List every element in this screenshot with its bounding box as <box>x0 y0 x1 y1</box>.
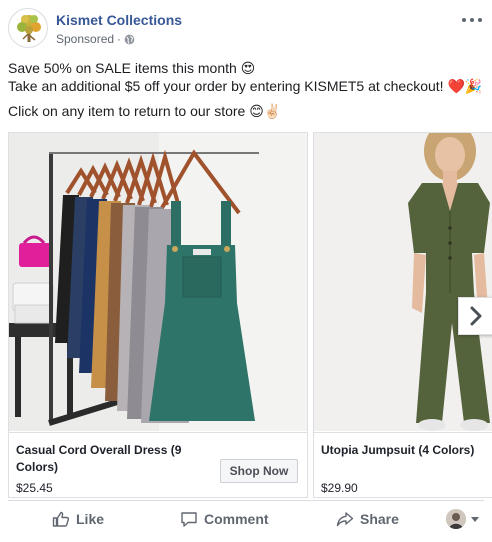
post-meta: Sponsored · <box>56 32 135 46</box>
share-label: Share <box>360 511 399 527</box>
product-image[interactable] <box>314 133 492 431</box>
reaction-selector[interactable] <box>446 509 479 529</box>
more-dots-icon <box>462 18 466 22</box>
meta-separator: · <box>117 32 122 46</box>
page-avatar[interactable] <box>8 8 48 48</box>
product-title[interactable]: Casual Cord Overall Dress (9 Colors) <box>16 442 206 476</box>
globe-icon[interactable] <box>124 34 135 45</box>
reaction-avatar-icon <box>446 509 466 529</box>
comment-button[interactable]: Comment <box>180 507 269 531</box>
chevron-right-icon <box>470 306 482 326</box>
product-carousel: Casual Cord Overall Dress (9 Colors) $25… <box>0 132 492 498</box>
sponsored-label[interactable]: Sponsored <box>56 32 114 46</box>
carousel-next-button[interactable] <box>458 297 492 335</box>
more-dots-icon <box>470 18 474 22</box>
caret-down-icon <box>471 516 479 522</box>
product-info: Casual Cord Overall Dress (9 Colors) $25… <box>9 432 307 497</box>
post-text-line: Save 50% on SALE items this month 😍 <box>8 60 256 76</box>
product-image[interactable] <box>9 133 307 431</box>
post-text: Save 50% on SALE items this month 😍 Take… <box>8 59 488 120</box>
more-options-button[interactable] <box>462 14 482 26</box>
post-text-line: Click on any item to return to our store… <box>8 103 282 119</box>
share-button[interactable]: Share <box>336 507 399 531</box>
product-title[interactable]: Utopia Jumpsuit (4 Colors) <box>321 442 474 459</box>
post-action-bar: Like Comment Share <box>8 500 484 536</box>
product-price: $29.90 <box>321 481 358 495</box>
like-thumb-icon <box>52 511 70 527</box>
comment-label: Comment <box>204 511 269 527</box>
page-name-link[interactable]: Kismet Collections <box>56 12 182 28</box>
product-price: $25.45 <box>16 481 53 495</box>
post-text-line: Take an additional $5 off your order by … <box>8 78 483 94</box>
shop-now-button[interactable]: Shop Now <box>220 459 298 483</box>
like-label: Like <box>76 511 105 527</box>
product-card[interactable]: Casual Cord Overall Dress (9 Colors) $25… <box>8 132 308 498</box>
share-arrow-icon <box>336 512 354 527</box>
comment-bubble-icon <box>181 512 197 527</box>
like-button[interactable]: Like <box>52 507 104 531</box>
tree-logo-icon <box>17 15 41 42</box>
more-dots-icon <box>478 18 482 22</box>
product-info: Utopia Jumpsuit (4 Colors) $29.90 <box>314 432 492 497</box>
post-header: Kismet Collections Sponsored · <box>8 8 484 48</box>
sponsored-post: Kismet Collections Sponsored · Save 50% … <box>0 0 492 542</box>
